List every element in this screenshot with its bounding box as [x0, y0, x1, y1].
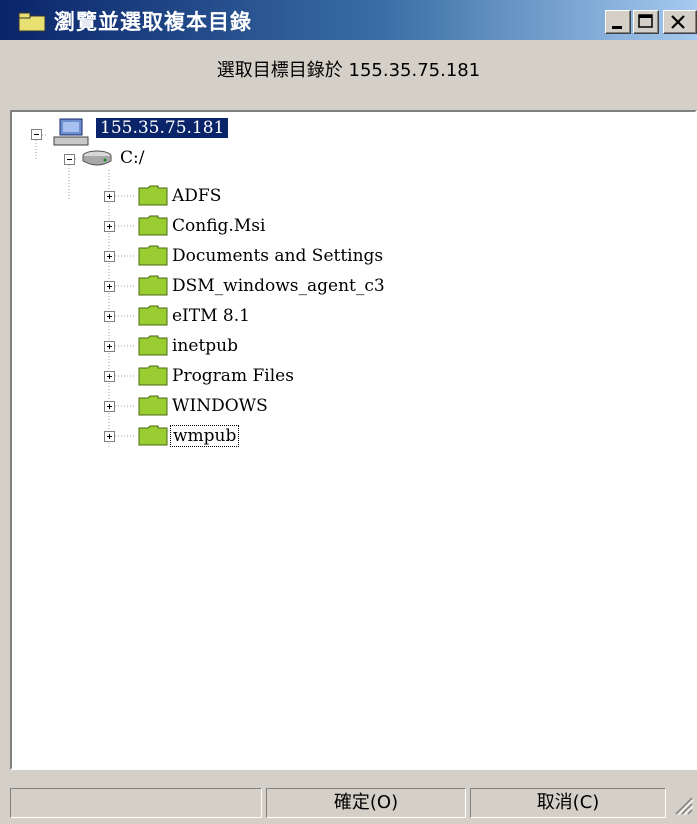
expand-folder-toggle[interactable]: [104, 311, 115, 322]
expand-folder-toggle[interactable]: [104, 401, 115, 412]
folder-label: inetpub: [172, 336, 238, 356]
minimize-icon: [612, 26, 622, 29]
browse-directory-dialog: 瀏覽並選取複本目錄 選取目標目錄於 155.35.75.181 155.35.7…: [0, 0, 697, 824]
button-bar: 確定(O) 取消(C): [0, 780, 697, 824]
close-icon: [671, 15, 685, 29]
folder-label: ADFS: [172, 186, 222, 206]
folder-icon: [138, 395, 168, 416]
folder-label: Documents and Settings: [172, 246, 384, 266]
status-cell: [10, 788, 262, 818]
folder-label: WINDOWS: [172, 396, 268, 416]
cancel-button-label: 取消(C): [536, 792, 600, 813]
folder-icon: [138, 245, 168, 266]
folder-label: Config.Msi: [172, 216, 266, 236]
folder-label: wmpub: [170, 425, 240, 447]
collapse-root-toggle[interactable]: [31, 129, 42, 140]
expand-folder-toggle[interactable]: [104, 431, 115, 442]
tree-node-drive-label: C:/: [120, 148, 145, 168]
folder-icon: [18, 12, 46, 32]
maximize-icon: [638, 14, 653, 28]
expand-folder-toggle[interactable]: [104, 371, 115, 382]
directory-tree[interactable]: 155.35.75.181 C:/ ADFS Config.Msi Docume…: [10, 110, 697, 770]
tree-node-folder-eitm[interactable]: eITM 8.1: [172, 304, 250, 328]
resize-grip-icon[interactable]: [672, 794, 694, 816]
folder-label: DSM_windows_agent_c3: [172, 276, 385, 296]
tree-node-folder-wmpub[interactable]: wmpub: [170, 424, 240, 448]
drive-icon: [82, 150, 112, 166]
window-title: 瀏覽並選取複本目錄: [54, 10, 252, 34]
title-bar[interactable]: 瀏覽並選取複本目錄: [0, 0, 697, 40]
ok-button-label: 確定(O): [333, 792, 399, 813]
minimize-button[interactable]: [605, 10, 631, 34]
folder-icon: [138, 275, 168, 296]
cancel-button[interactable]: 取消(C): [470, 788, 666, 818]
expand-folder-toggle[interactable]: [104, 251, 115, 262]
tree-node-drive[interactable]: C:/: [120, 146, 144, 170]
tree-node-root[interactable]: 155.35.75.181: [96, 116, 229, 140]
expand-folder-toggle[interactable]: [104, 221, 115, 232]
tree-node-folder-documents-and-settings[interactable]: Documents and Settings: [172, 244, 383, 268]
computer-icon: [53, 118, 89, 146]
folder-icon: [138, 185, 168, 206]
expand-folder-toggle[interactable]: [104, 191, 115, 202]
maximize-button[interactable]: [633, 10, 659, 34]
tree-node-folder-inetpub[interactable]: inetpub: [172, 334, 238, 358]
folder-icon: [138, 335, 168, 356]
folder-icon: [138, 305, 168, 326]
expand-folder-toggle[interactable]: [104, 341, 115, 352]
folder-icon: [138, 365, 168, 386]
target-directory-caption: 選取目標目錄於 155.35.75.181: [216, 60, 481, 81]
tree-node-folder-config-msi[interactable]: Config.Msi: [172, 214, 265, 238]
folder-icon: [138, 425, 168, 446]
folder-icon: [138, 215, 168, 236]
folder-label: Program Files: [172, 366, 294, 386]
tree-node-folder-adfs[interactable]: ADFS: [172, 184, 221, 208]
folder-label: eITM 8.1: [172, 306, 250, 326]
tree-node-folder-windows[interactable]: WINDOWS: [172, 394, 268, 418]
close-button[interactable]: [663, 10, 697, 34]
tree-node-folder-program-files[interactable]: Program Files: [172, 364, 294, 388]
tree-node-root-label: 155.35.75.181: [96, 118, 229, 138]
ok-button[interactable]: 確定(O): [266, 788, 466, 818]
tree-node-folder-dsm-windows-agent[interactable]: DSM_windows_agent_c3: [172, 274, 385, 298]
expand-folder-toggle[interactable]: [104, 281, 115, 292]
collapse-drive-toggle[interactable]: [64, 154, 75, 165]
